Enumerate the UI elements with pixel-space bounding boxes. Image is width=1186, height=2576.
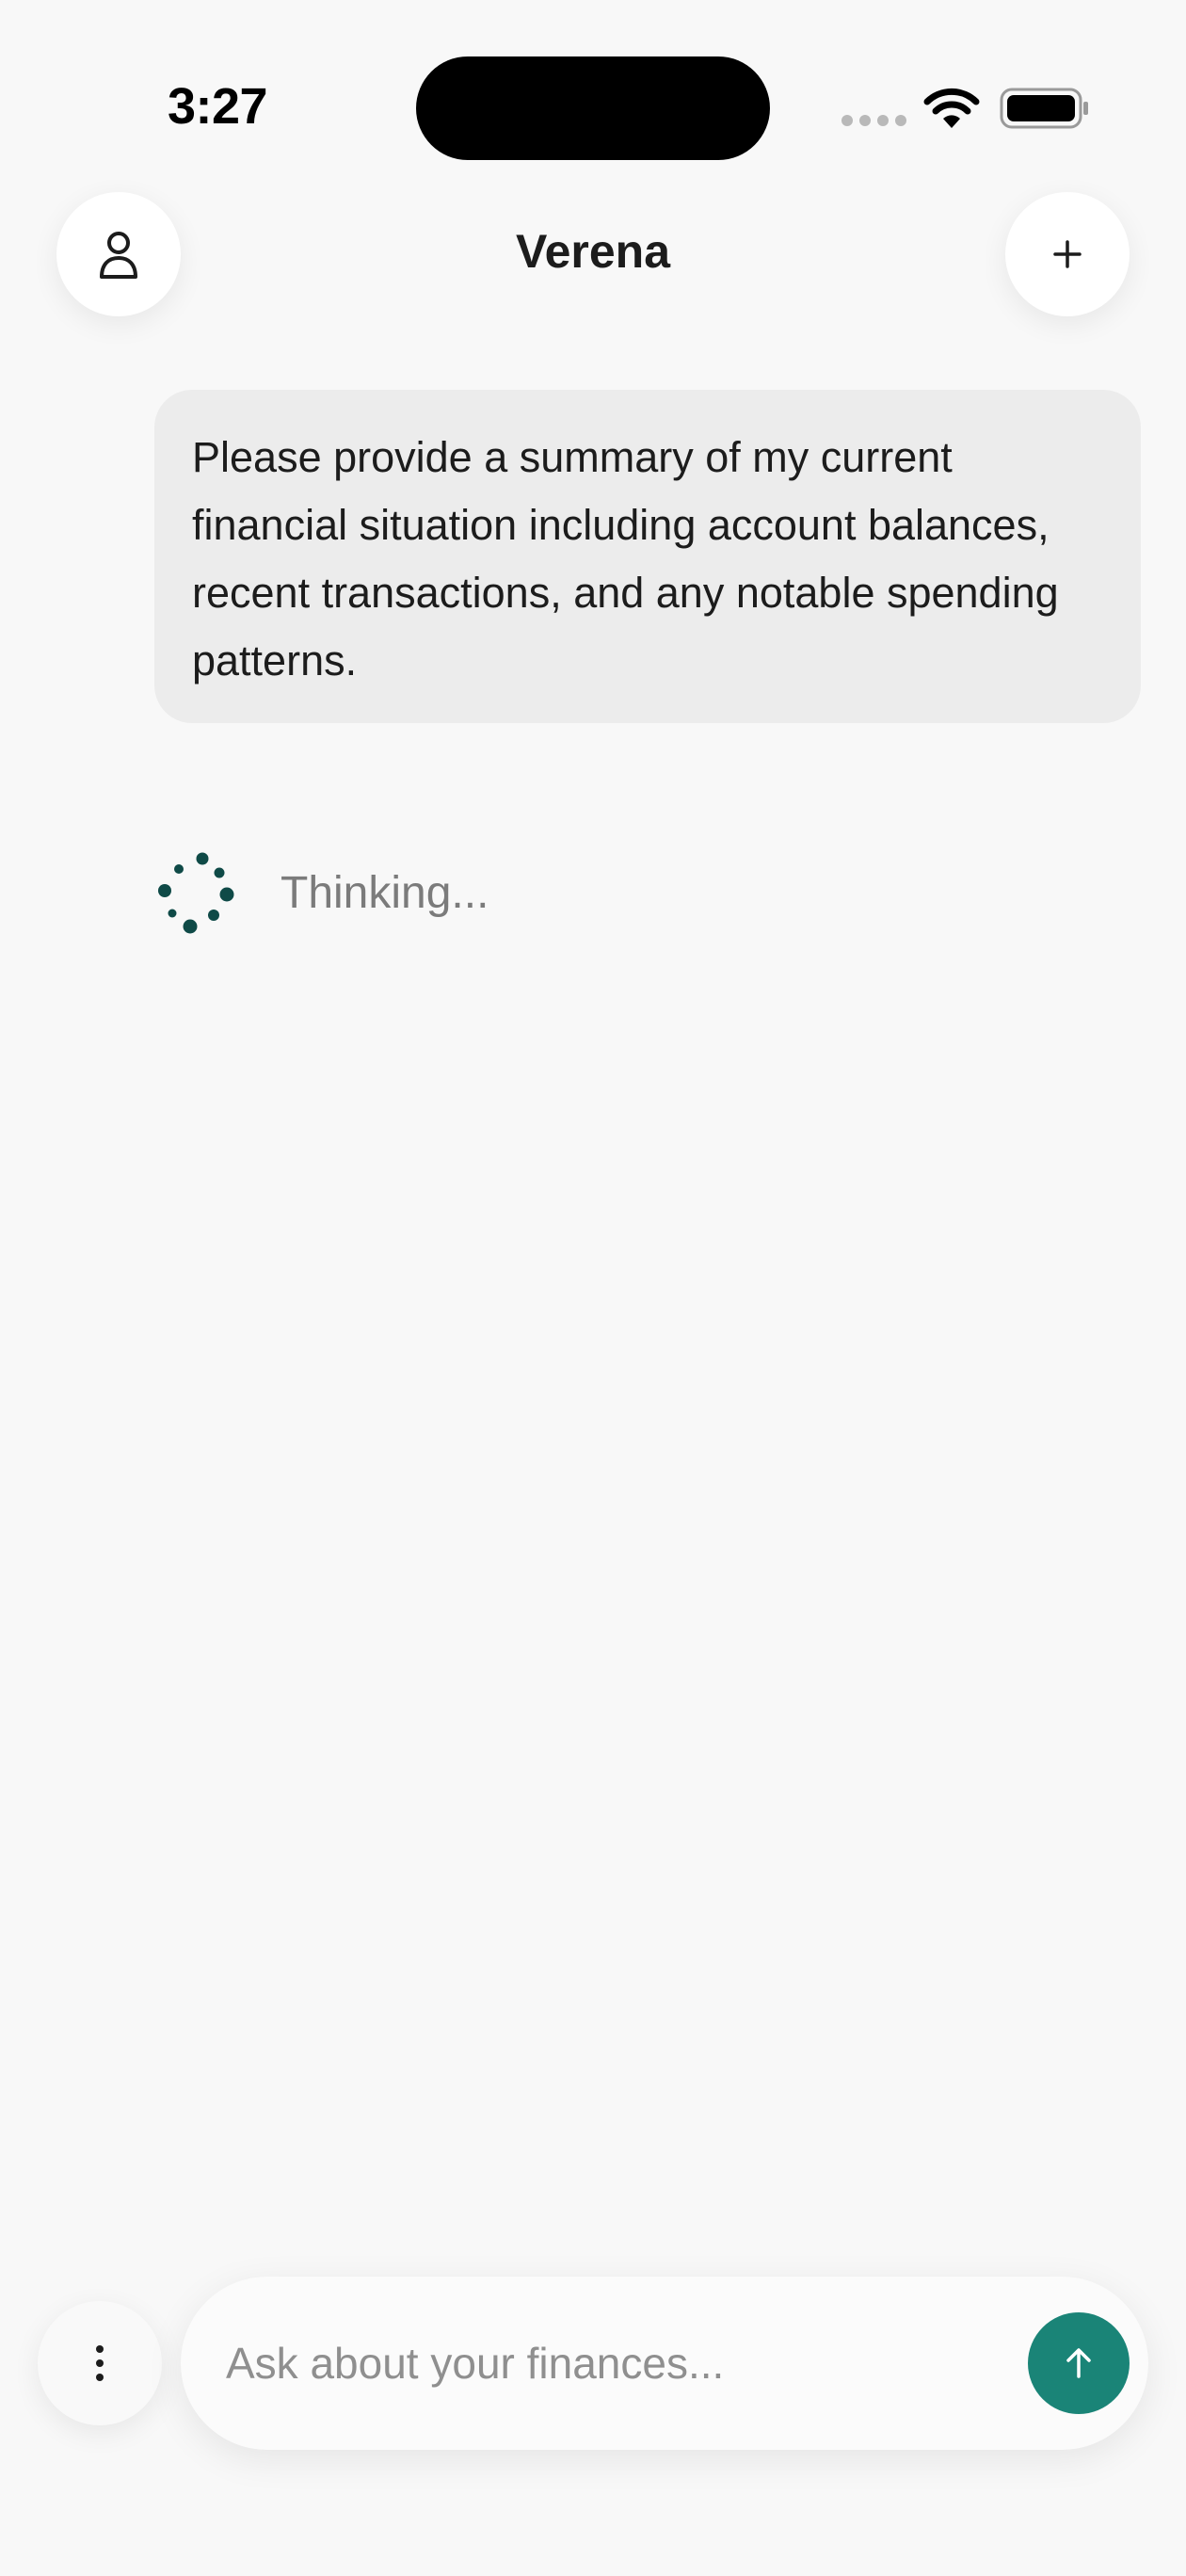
- message-input[interactable]: [226, 2326, 998, 2401]
- arrow-up-icon: [1066, 2348, 1091, 2378]
- send-button[interactable]: [1028, 2312, 1130, 2414]
- battery-icon: [1000, 88, 1088, 129]
- status-time: 3:27: [168, 78, 268, 135]
- vertical-ellipsis-icon: [96, 2345, 104, 2381]
- thinking-label: Thinking...: [280, 867, 489, 918]
- loading-spinner-icon: [158, 852, 234, 934]
- new-chat-button[interactable]: [1005, 192, 1130, 316]
- thinking-indicator: Thinking...: [151, 847, 489, 938]
- message-composer: [181, 2277, 1148, 2450]
- cellular-signal-icon: [841, 115, 906, 126]
- wifi-icon: [923, 88, 980, 128]
- more-options-button[interactable]: [38, 2301, 162, 2425]
- user-message-bubble: Please provide a summary of my current f…: [154, 390, 1141, 723]
- dynamic-island: [416, 56, 770, 160]
- plus-icon: [1053, 240, 1082, 268]
